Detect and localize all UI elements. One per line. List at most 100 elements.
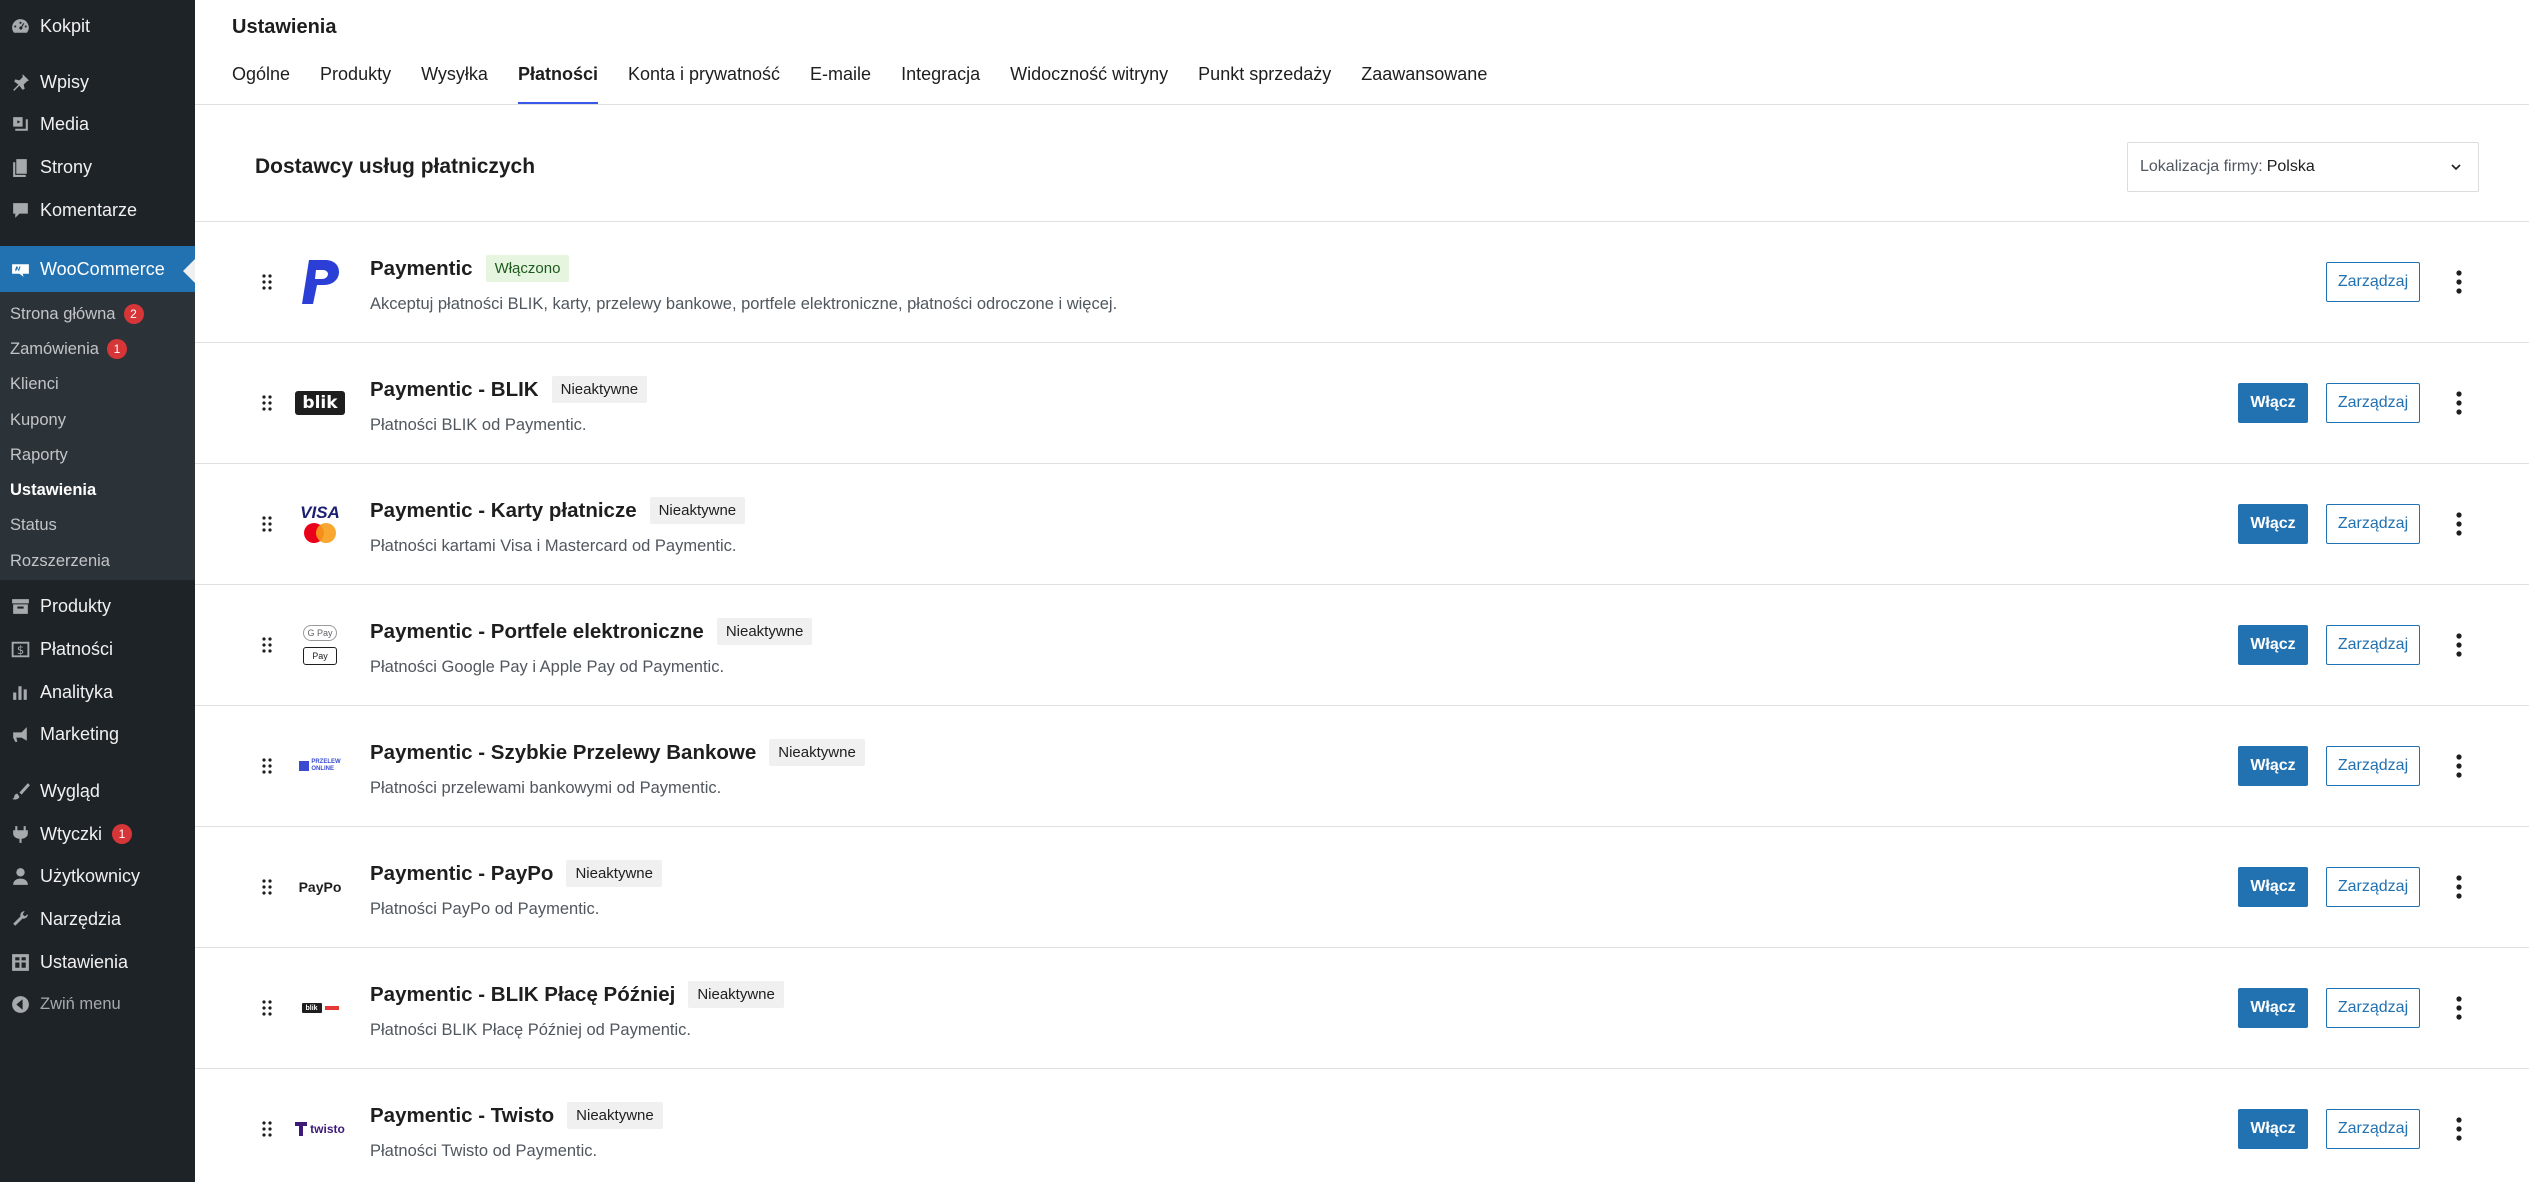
sidebar-item-analytics[interactable]: Analityka — [0, 672, 195, 712]
sidebar-item-payments[interactable]: $ Płatności — [0, 629, 195, 669]
tab-general[interactable]: Ogólne — [232, 64, 290, 104]
more-options-icon[interactable] — [2455, 1116, 2463, 1142]
brush-icon — [0, 781, 40, 802]
drag-handle-icon[interactable] — [261, 393, 273, 413]
payments-content: Dostawcy usług płatniczych Lokalizacja f… — [195, 105, 2529, 1182]
manage-button[interactable]: Zarządzaj — [2326, 262, 2420, 302]
status-badge: Nieaktywne — [551, 376, 648, 403]
provider-name: Paymentic - Twisto Nieaktywne — [370, 1102, 663, 1129]
tab-integration[interactable]: Integracja — [901, 64, 980, 104]
enable-button[interactable]: Włącz — [2238, 867, 2308, 907]
submenu-item-settings[interactable]: Ustawienia — [10, 477, 96, 503]
admin-sidebar: Kokpit Wpisy Media Strony Komentarze Woo… — [0, 0, 196, 1182]
status-badge: Nieaktywne — [688, 981, 784, 1008]
tab-site-visibility[interactable]: Widoczność witryny — [1010, 64, 1168, 104]
submenu-item-coupons[interactable]: Kupony — [10, 407, 66, 433]
paymentic-logo-icon — [295, 257, 345, 307]
provider-name: Paymentic - Karty płatnicze Nieaktywne — [370, 497, 746, 524]
blik-later-logo-icon: blik — [295, 983, 345, 1033]
sidebar-item-users[interactable]: Użytkownicy — [0, 856, 195, 896]
tab-products[interactable]: Produkty — [320, 64, 391, 104]
tab-emails[interactable]: E-maile — [810, 64, 871, 104]
more-options-icon[interactable] — [2455, 995, 2463, 1021]
gpay-logo-text: G Pay — [303, 625, 337, 641]
sidebar-item-dashboard[interactable]: Kokpit — [0, 6, 195, 46]
provider-description: Płatności kartami Visa i Mastercard od P… — [370, 537, 737, 555]
more-options-icon[interactable] — [2455, 874, 2463, 900]
submenu-item-status[interactable]: Status — [10, 512, 57, 538]
submenu-item-extensions[interactable]: Rozszerzenia — [10, 548, 110, 574]
drag-handle-icon[interactable] — [261, 756, 273, 776]
manage-button[interactable]: Zarządzaj — [2326, 1109, 2420, 1149]
sidebar-item-label: Wygląd — [40, 780, 100, 801]
submenu-item-orders[interactable]: Zamówienia 1 — [10, 336, 127, 362]
manage-button[interactable]: Zarządzaj — [2326, 625, 2420, 665]
sidebar-item-tools[interactable]: Narzędzia — [0, 899, 195, 939]
provider-row-paypo: PayPo Paymentic - PayPo Nieaktywne Płatn… — [195, 827, 2529, 948]
manage-button[interactable]: Zarządzaj — [2326, 988, 2420, 1028]
manage-button[interactable]: Zarządzaj — [2326, 383, 2420, 423]
sidebar-item-pages[interactable]: Strony — [0, 147, 195, 187]
provider-name: Paymentic - BLIK Nieaktywne — [370, 376, 648, 403]
more-options-icon[interactable] — [2455, 753, 2463, 779]
sidebar-item-posts[interactable]: Wpisy — [0, 62, 195, 102]
drag-handle-icon[interactable] — [261, 272, 273, 292]
sidebar-item-label: WooCommerce — [40, 258, 165, 279]
pin-icon — [0, 72, 40, 93]
visa-logo-text: VISA — [300, 503, 340, 522]
sidebar-item-appearance[interactable]: Wygląd — [0, 771, 195, 811]
provider-description: Płatności Google Pay i Apple Pay od Paym… — [370, 658, 725, 676]
tab-payments[interactable]: Płatności — [517, 64, 598, 104]
mastercard-circles-icon — [304, 523, 336, 543]
plugin-icon — [0, 824, 40, 845]
drag-handle-icon[interactable] — [261, 514, 273, 534]
manage-button[interactable]: Zarządzaj — [2326, 504, 2420, 544]
sidebar-item-label: Płatności — [40, 638, 114, 659]
drag-handle-icon[interactable] — [261, 635, 273, 655]
business-location-select[interactable]: Lokalizacja firmy: Polska — [2127, 142, 2479, 192]
provider-name: Paymentic - PayPo Nieaktywne — [370, 860, 662, 887]
sidebar-item-label: Produkty — [40, 595, 112, 616]
drag-handle-icon[interactable] — [261, 1119, 273, 1139]
sidebar-item-media[interactable]: Media — [0, 104, 195, 144]
drag-handle-icon[interactable] — [261, 877, 273, 897]
sidebar-item-label: Ustawienia — [40, 951, 129, 972]
manage-button[interactable]: Zarządzaj — [2326, 746, 2420, 786]
svg-text:$: $ — [16, 643, 23, 657]
sidebar-item-settings[interactable]: Ustawienia — [0, 942, 195, 982]
tab-advanced[interactable]: Zaawansowane — [1361, 64, 1487, 104]
sidebar-item-plugins[interactable]: Wtyczki 1 — [0, 814, 195, 854]
sidebar-item-woocommerce[interactable]: WooCommerce — [0, 246, 196, 292]
collapse-menu-button[interactable]: Zwiń menu — [0, 984, 195, 1024]
more-options-icon[interactable] — [2455, 269, 2463, 295]
enable-button[interactable]: Włącz — [2238, 988, 2308, 1028]
provider-name-text: Paymentic - PayPo — [370, 861, 554, 885]
drag-handle-icon[interactable] — [261, 998, 273, 1018]
tab-shipping[interactable]: Wysyłka — [421, 64, 488, 104]
submenu-label: Raporty — [10, 445, 68, 464]
more-options-icon[interactable] — [2455, 632, 2463, 658]
enable-button[interactable]: Włącz — [2238, 1109, 2308, 1149]
tab-point-of-sale[interactable]: Punkt sprzedaży — [1198, 64, 1331, 104]
sidebar-item-products[interactable]: Produkty — [0, 586, 195, 626]
enable-button[interactable]: Włącz — [2238, 504, 2308, 544]
submenu-item-home[interactable]: Strona główna 2 — [10, 301, 144, 327]
enable-button[interactable]: Włącz — [2238, 746, 2308, 786]
manage-button[interactable]: Zarządzaj — [2326, 867, 2420, 907]
submenu-item-reports[interactable]: Raporty — [10, 442, 68, 468]
provider-name-text: Paymentic - BLIK Płacę Później — [370, 982, 676, 1006]
sidebar-item-marketing[interactable]: Marketing — [0, 714, 195, 754]
more-options-icon[interactable] — [2455, 511, 2463, 537]
sidebar-item-comments[interactable]: Komentarze — [0, 190, 195, 230]
enable-button[interactable]: Włącz — [2238, 625, 2308, 665]
submenu-label: Klienci — [10, 374, 59, 393]
status-badge: Nieaktywne — [567, 1102, 663, 1129]
more-options-icon[interactable] — [2455, 390, 2463, 416]
tab-accounts-privacy[interactable]: Konta i prywatność — [628, 64, 780, 104]
provider-row-wallets: G Pay Pay Paymentic - Portfele elektroni… — [195, 585, 2529, 706]
submenu-item-customers[interactable]: Klienci — [10, 371, 59, 397]
provider-name: Paymentic - BLIK Płacę Później Nieaktywn… — [370, 981, 784, 1008]
enable-button[interactable]: Włącz — [2238, 383, 2308, 423]
dashboard-icon — [0, 16, 40, 37]
submenu-label: Kupony — [10, 410, 66, 429]
